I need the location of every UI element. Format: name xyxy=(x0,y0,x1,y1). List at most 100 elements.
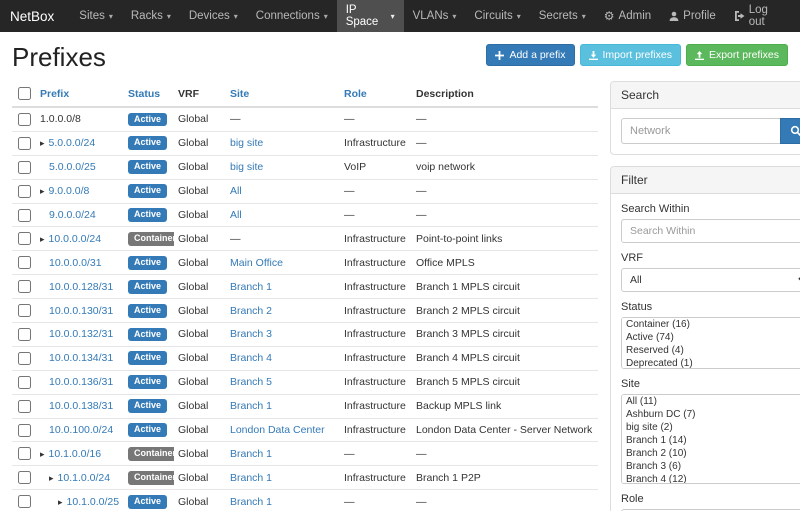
row-checkbox[interactable] xyxy=(18,376,31,389)
site-link[interactable]: big site xyxy=(230,137,263,149)
column-header-prefix[interactable]: Prefix xyxy=(36,81,124,107)
listbox-option[interactable]: Reserved (4) xyxy=(622,344,800,357)
add-prefix-button[interactable]: Add a prefix xyxy=(486,44,574,66)
prefix-cell: 10.0.0.138/31 xyxy=(36,394,124,418)
expand-arrow-icon: ▸ xyxy=(40,186,45,196)
prefix-link[interactable]: 1.0.0.0/8 xyxy=(40,113,81,125)
row-checkbox[interactable] xyxy=(18,352,31,365)
nav-item-racks[interactable]: Racks▾ xyxy=(122,0,180,32)
site-link[interactable]: Branch 1 xyxy=(230,281,272,293)
brand-logo[interactable]: NetBox xyxy=(0,0,70,32)
listbox-option[interactable]: Branch 4 (12) xyxy=(622,473,800,484)
select-all-cell xyxy=(12,81,36,107)
site-link[interactable]: All xyxy=(230,185,242,197)
site-listbox[interactable]: All (11)Ashburn DC (7)big site (2)Branch… xyxy=(621,394,800,484)
search-within-input[interactable] xyxy=(621,219,800,243)
nav-item-admin[interactable]: ⚙Admin xyxy=(595,0,660,32)
column-header-status[interactable]: Status xyxy=(124,81,174,107)
column-header-site[interactable]: Site xyxy=(226,81,340,107)
row-checkbox[interactable] xyxy=(18,400,31,413)
search-input[interactable] xyxy=(621,118,780,144)
prefix-link[interactable]: 10.1.0.0/16 xyxy=(49,448,102,460)
table-row: 10.0.0.136/31ActiveGlobalBranch 5Infrast… xyxy=(12,370,598,394)
row-checkbox[interactable] xyxy=(18,232,31,245)
prefix-link[interactable]: 10.0.0.0/24 xyxy=(49,233,102,245)
export-prefixes-button[interactable]: Export prefixes xyxy=(686,44,788,66)
row-checkbox[interactable] xyxy=(18,185,31,198)
prefix-link[interactable]: 10.0.0.0/31 xyxy=(49,257,102,269)
vrf-select[interactable]: All xyxy=(621,268,800,292)
nav-item-sites[interactable]: Sites▾ xyxy=(70,0,122,32)
nav-item-log-out[interactable]: Log out xyxy=(725,0,794,32)
select-all-checkbox[interactable] xyxy=(18,87,31,100)
site-link[interactable]: London Data Center xyxy=(230,424,325,436)
site-link[interactable]: Main Office xyxy=(230,257,283,269)
row-checkbox[interactable] xyxy=(18,471,31,484)
nav-item-secrets[interactable]: Secrets▾ xyxy=(530,0,595,32)
prefix-link[interactable]: 10.1.0.0/25 xyxy=(67,496,120,508)
site-link[interactable]: Branch 1 xyxy=(230,496,272,508)
nav-item-ip-space[interactable]: IP Space▾ xyxy=(337,0,404,32)
prefix-link[interactable]: 10.0.0.128/31 xyxy=(49,281,113,293)
row-checkbox[interactable] xyxy=(18,209,31,222)
vrf-value: Global xyxy=(178,281,208,293)
column-header-role[interactable]: Role xyxy=(340,81,412,107)
nav-item-connections[interactable]: Connections▾ xyxy=(247,0,337,32)
site-link[interactable]: big site xyxy=(230,161,263,173)
nav-item-label: Sites xyxy=(79,10,105,22)
row-checkbox[interactable] xyxy=(18,161,31,174)
site-link[interactable]: Branch 4 xyxy=(230,352,272,364)
vrf-label: VRF xyxy=(621,252,800,264)
row-checkbox[interactable] xyxy=(18,328,31,341)
listbox-option[interactable]: All (11) xyxy=(622,395,800,408)
prefix-link[interactable]: 10.0.100.0/24 xyxy=(49,424,113,436)
prefix-link[interactable]: 5.0.0.0/25 xyxy=(49,161,96,173)
expand-arrow-icon: ▸ xyxy=(40,449,45,459)
prefix-link[interactable]: 5.0.0.0/24 xyxy=(49,137,96,149)
row-checkbox[interactable] xyxy=(18,113,31,126)
listbox-option[interactable]: Branch 1 (14) xyxy=(622,434,800,447)
site-link[interactable]: Branch 1 xyxy=(230,400,272,412)
prefix-link[interactable]: 10.1.0.0/24 xyxy=(58,472,111,484)
search-button[interactable] xyxy=(780,118,800,144)
row-checkbox[interactable] xyxy=(18,137,31,150)
nav-item-profile[interactable]: Profile xyxy=(660,0,725,32)
nav-item-devices[interactable]: Devices▾ xyxy=(180,0,247,32)
listbox-option[interactable]: Deprecated (1) xyxy=(622,357,800,369)
site-link[interactable]: Branch 5 xyxy=(230,376,272,388)
export-icon xyxy=(695,51,704,60)
prefix-link[interactable]: 10.0.0.134/31 xyxy=(49,352,113,364)
listbox-option[interactable]: Active (74) xyxy=(622,331,800,344)
prefix-link[interactable]: 10.0.0.138/31 xyxy=(49,400,113,412)
listbox-option[interactable]: Branch 3 (6) xyxy=(622,460,800,473)
table-row: 10.0.100.0/24ActiveGlobalLondon Data Cen… xyxy=(12,418,598,442)
row-checkbox[interactable] xyxy=(18,280,31,293)
nav-item-circuits[interactable]: Circuits▾ xyxy=(465,0,529,32)
row-checkbox[interactable] xyxy=(18,304,31,317)
nav-item-vlans[interactable]: VLANs▾ xyxy=(404,0,466,32)
status-listbox[interactable]: Container (16)Active (74)Reserved (4)Dep… xyxy=(621,317,800,369)
site-link[interactable]: Branch 2 xyxy=(230,305,272,317)
prefix-link[interactable]: 9.0.0.0/24 xyxy=(49,209,96,221)
site-link[interactable]: Branch 3 xyxy=(230,328,272,340)
row-checkbox[interactable] xyxy=(18,495,31,508)
row-checkbox[interactable] xyxy=(18,447,31,460)
row-checkbox[interactable] xyxy=(18,424,31,437)
prefix-link[interactable]: 10.0.0.130/31 xyxy=(49,305,113,317)
prefix-link[interactable]: 9.0.0.0/8 xyxy=(49,185,90,197)
prefix-link[interactable]: 10.0.0.132/31 xyxy=(49,328,113,340)
listbox-option[interactable]: Ashburn DC (7) xyxy=(622,408,800,421)
status-badge: Active xyxy=(128,280,167,294)
site-link[interactable]: All xyxy=(230,209,242,221)
site-link[interactable]: Branch 1 xyxy=(230,472,272,484)
listbox-option[interactable]: big site (2) xyxy=(622,421,800,434)
table-row: 1.0.0.0/8ActiveGlobal——— xyxy=(12,107,598,131)
import-prefixes-button[interactable]: Import prefixes xyxy=(580,44,681,66)
prefix-link[interactable]: 10.0.0.136/31 xyxy=(49,376,113,388)
row-checkbox[interactable] xyxy=(18,256,31,269)
site-link[interactable]: Branch 1 xyxy=(230,448,272,460)
description-cell: Branch 2 MPLS circuit xyxy=(412,299,598,323)
listbox-option[interactable]: Branch 2 (10) xyxy=(622,447,800,460)
listbox-option[interactable]: Container (16) xyxy=(622,318,800,331)
vrf-value: Global xyxy=(178,400,208,412)
